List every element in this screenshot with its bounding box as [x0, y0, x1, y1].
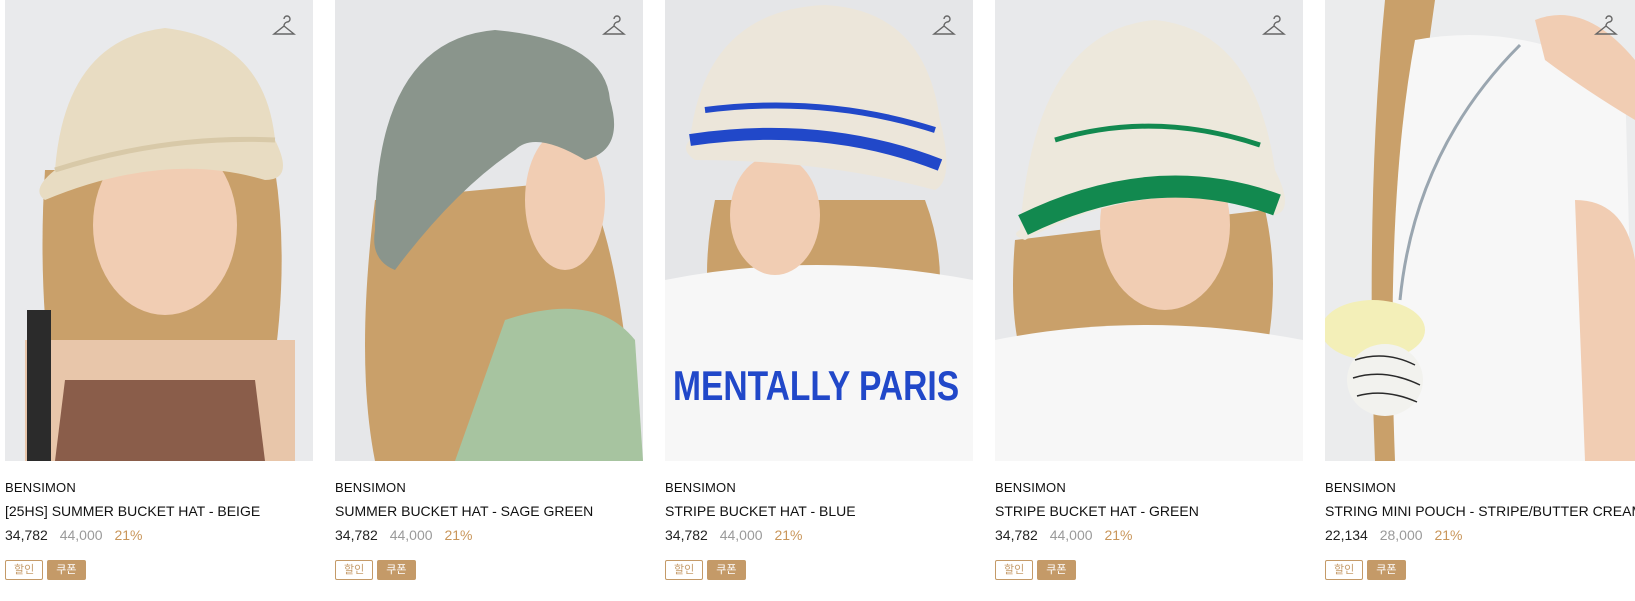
hanger-icon[interactable] — [931, 15, 957, 41]
sale-price: 34,782 — [5, 527, 48, 543]
coupon-badge: 쿠폰 — [707, 560, 746, 580]
product-image[interactable] — [5, 0, 313, 461]
product-card[interactable]: MENTALLY PARIS BENSIMON STRIPE BUCKET HA… — [665, 0, 973, 601]
product-photo — [1325, 0, 1635, 461]
product-card[interactable]: BENSIMON STRING MINI POUCH - STRIPE/BUTT… — [1325, 0, 1635, 601]
discount-rate: 21% — [1434, 527, 1463, 543]
original-price: 44,000 — [389, 527, 433, 543]
hanger-icon[interactable] — [1261, 15, 1287, 41]
product-name[interactable]: STRING MINI POUCH - STRIPE/BUTTER CREAM — [1325, 503, 1635, 519]
coupon-badge: 쿠폰 — [47, 560, 86, 580]
product-name[interactable]: STRIPE BUCKET HAT - GREEN — [995, 503, 1199, 519]
sale-price: 22,134 — [1325, 527, 1368, 543]
brand-name[interactable]: BENSIMON — [665, 480, 736, 495]
product-name[interactable]: STRIPE BUCKET HAT - BLUE — [665, 503, 856, 519]
discount-badge: 할인 — [5, 560, 44, 580]
product-card[interactable]: BENSIMON SUMMER BUCKET HAT - SAGE GREEN … — [335, 0, 643, 601]
price-row: 34,782 44,000 21% — [5, 527, 142, 543]
product-name[interactable]: SUMMER BUCKET HAT - SAGE GREEN — [335, 503, 593, 519]
product-image[interactable] — [995, 0, 1303, 461]
original-price: 44,000 — [1049, 527, 1093, 543]
badge-row: 할인 쿠폰 — [335, 560, 416, 580]
brand-name[interactable]: BENSIMON — [995, 480, 1066, 495]
svg-text:MENTALLY PARIS: MENTALLY PARIS — [673, 364, 959, 410]
price-row: 34,782 44,000 21% — [665, 527, 802, 543]
original-price: 44,000 — [59, 527, 103, 543]
price-row: 22,134 28,000 21% — [1325, 527, 1462, 543]
brand-name[interactable]: BENSIMON — [1325, 480, 1396, 495]
discount-rate: 21% — [114, 527, 143, 543]
discount-badge: 할인 — [1325, 560, 1364, 580]
discount-badge: 할인 — [665, 560, 704, 580]
badge-row: 할인 쿠폰 — [5, 560, 86, 580]
discount-badge: 할인 — [335, 560, 374, 580]
product-name[interactable]: [25HS] SUMMER BUCKET HAT - BEIGE — [5, 503, 260, 519]
discount-badge: 할인 — [995, 560, 1034, 580]
badge-row: 할인 쿠폰 — [1325, 560, 1406, 580]
price-row: 34,782 44,000 21% — [995, 527, 1132, 543]
badge-row: 할인 쿠폰 — [665, 560, 746, 580]
product-grid: BENSIMON [25HS] SUMMER BUCKET HAT - BEIG… — [0, 0, 1635, 601]
brand-name[interactable]: BENSIMON — [335, 480, 406, 495]
brand-name[interactable]: BENSIMON — [5, 480, 76, 495]
product-image[interactable]: MENTALLY PARIS — [665, 0, 973, 461]
product-photo — [5, 0, 313, 461]
discount-rate: 21% — [774, 527, 803, 543]
hanger-icon[interactable] — [1593, 15, 1619, 41]
discount-rate: 21% — [1104, 527, 1133, 543]
original-price: 28,000 — [1379, 527, 1423, 543]
hanger-icon[interactable] — [271, 15, 297, 41]
sale-price: 34,782 — [665, 527, 708, 543]
coupon-badge: 쿠폰 — [377, 560, 416, 580]
coupon-badge: 쿠폰 — [1037, 560, 1076, 580]
hanger-icon[interactable] — [601, 15, 627, 41]
coupon-badge: 쿠폰 — [1367, 560, 1406, 580]
product-photo: MENTALLY PARIS — [665, 0, 973, 461]
badge-row: 할인 쿠폰 — [995, 560, 1076, 580]
product-photo — [995, 0, 1303, 461]
price-row: 34,782 44,000 21% — [335, 527, 472, 543]
product-card[interactable]: BENSIMON [25HS] SUMMER BUCKET HAT - BEIG… — [5, 0, 313, 601]
product-image[interactable] — [335, 0, 643, 461]
product-image[interactable] — [1325, 0, 1635, 461]
product-photo — [335, 0, 643, 461]
product-card[interactable]: BENSIMON STRIPE BUCKET HAT - GREEN 34,78… — [995, 0, 1303, 601]
sale-price: 34,782 — [335, 527, 378, 543]
discount-rate: 21% — [444, 527, 473, 543]
original-price: 44,000 — [719, 527, 763, 543]
sale-price: 34,782 — [995, 527, 1038, 543]
